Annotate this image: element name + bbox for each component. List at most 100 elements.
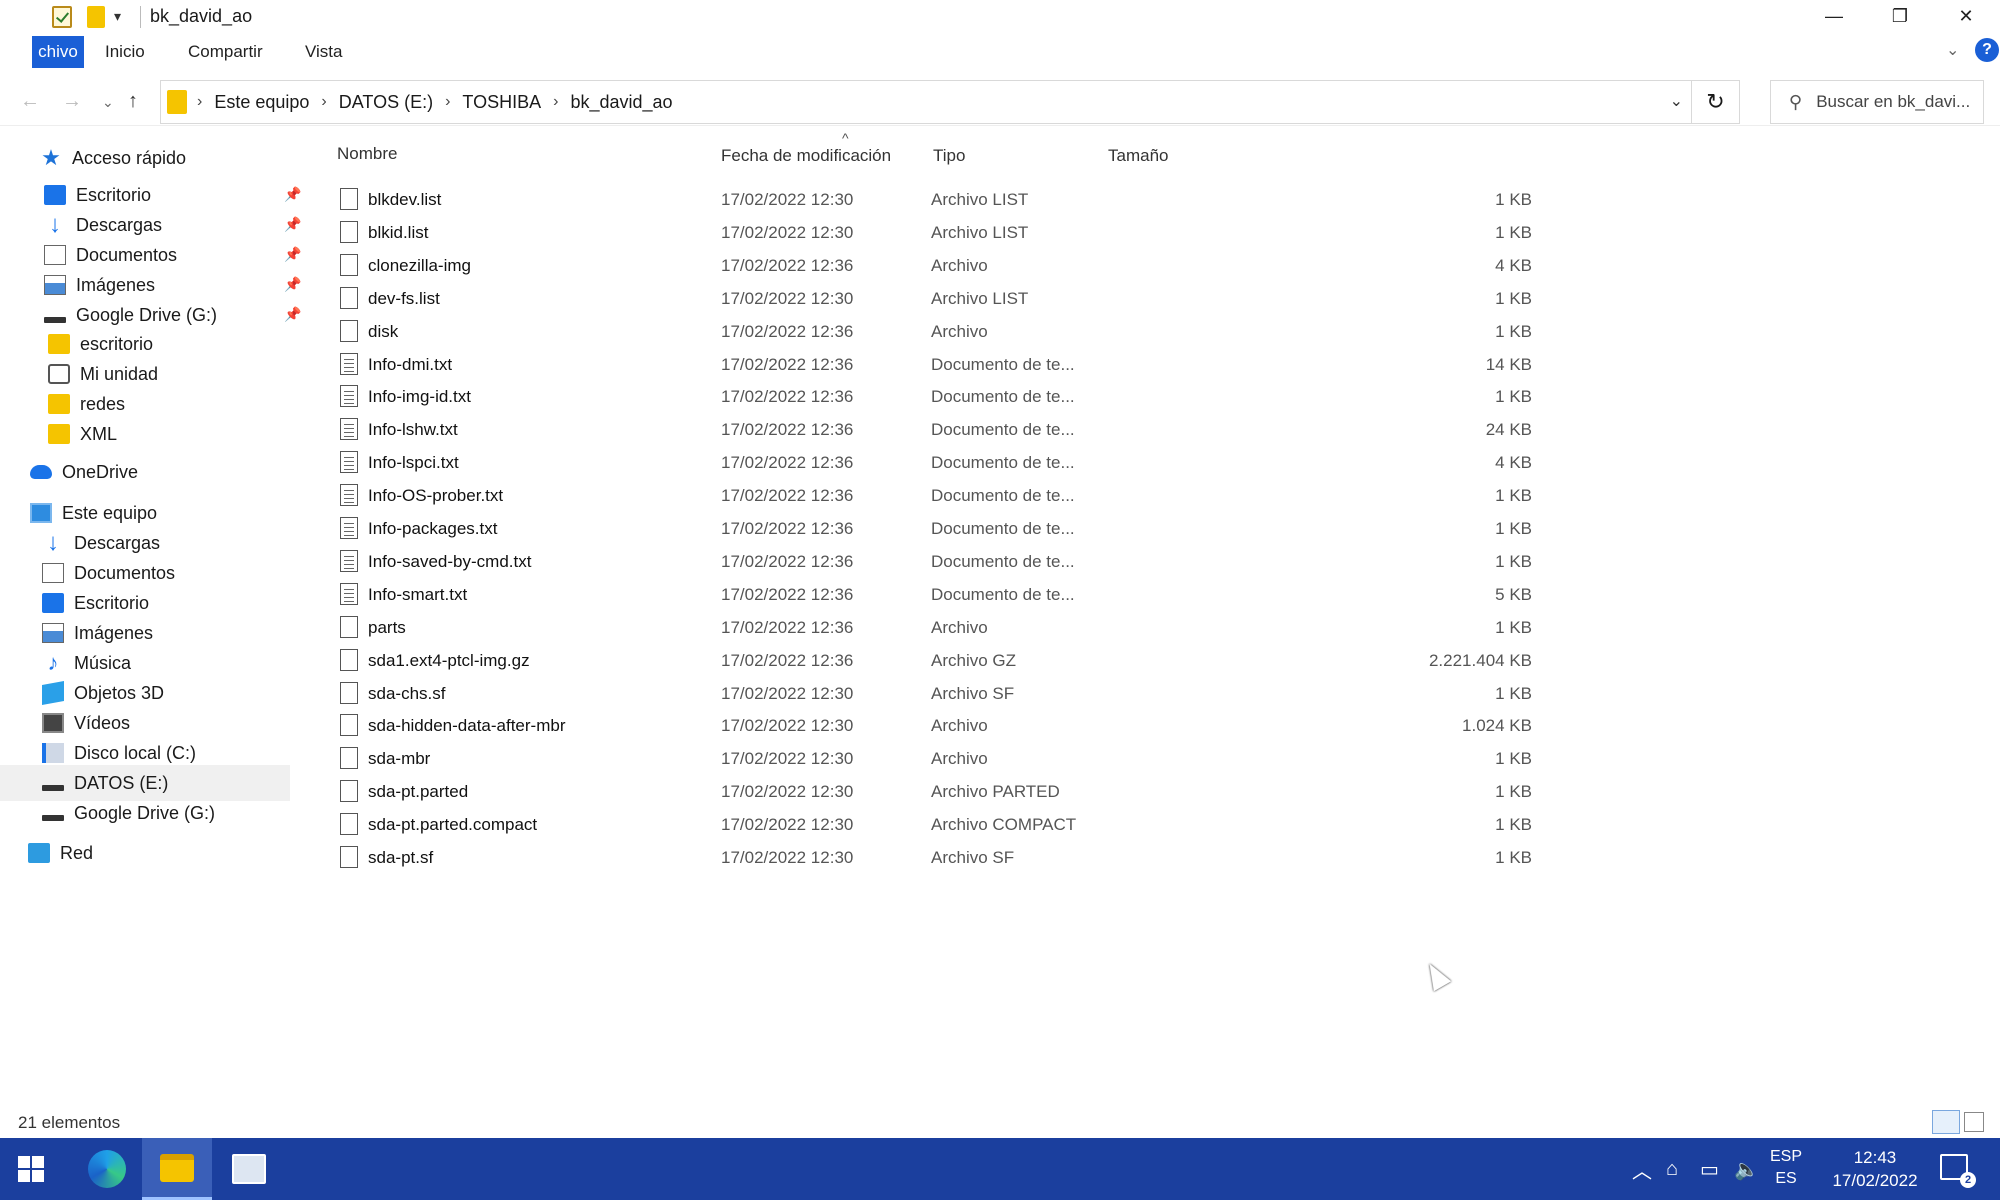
- sidebar-item[interactable]: XML: [48, 416, 338, 452]
- column-header-date[interactable]: Fecha de modificación: [721, 146, 891, 166]
- large-icons-view-icon[interactable]: [1964, 1112, 1984, 1132]
- meet-now-icon[interactable]: ⌂: [1666, 1138, 1678, 1200]
- file-name: sda-mbr: [368, 749, 431, 769]
- pin-icon[interactable]: 📌: [284, 186, 301, 203]
- refresh-icon[interactable]: ↻: [1691, 81, 1739, 123]
- column-header-name[interactable]: Nombre: [337, 144, 397, 164]
- table-row[interactable]: sda-hidden-data-after-mbr 17/02/2022 12:3…: [330, 709, 1532, 742]
- file-icon: [340, 615, 358, 638]
- table-row[interactable]: disk 17/02/2022 12:36 Archivo 1 KB: [330, 315, 1532, 348]
- address-bar[interactable]: › Este equipo › DATOS (E:) › TOSHIBA › b…: [160, 80, 1740, 124]
- file-date: 17/02/2022 12:36: [721, 519, 854, 538]
- network-icon[interactable]: ▭: [1700, 1138, 1719, 1200]
- app-taskbar-button[interactable]: [214, 1138, 284, 1200]
- table-row[interactable]: Info-saved-by-cmd.txt 17/02/2022 12:36 Doc…: [330, 545, 1532, 578]
- table-row[interactable]: blkdev.list 17/02/2022 12:30 Archivo LIST 1…: [330, 183, 1532, 216]
- text-file-icon: [340, 549, 358, 572]
- windows-start-icon[interactable]: [18, 1156, 44, 1182]
- table-row[interactable]: parts 17/02/2022 12:36 Archivo 1 KB: [330, 611, 1532, 644]
- address-dropdown-icon[interactable]: ⌄: [1670, 91, 1683, 111]
- minimize-button[interactable]: —: [1804, 0, 1864, 32]
- table-row[interactable]: sda1.ext4-ptcl-img.gz 17/02/2022 12:36 Arc…: [330, 644, 1532, 677]
- sidebar-item-label: Vídeos: [74, 712, 131, 733]
- sidebar-item[interactable]: ★ Acceso rápido: [40, 140, 330, 176]
- table-row[interactable]: dev-fs.list 17/02/2022 12:30 Archivo LIST 1…: [330, 282, 1532, 315]
- pin-icon[interactable]: 📌: [284, 276, 301, 293]
- file-date: 17/02/2022 12:30: [721, 190, 854, 209]
- table-row[interactable]: Info-OS-prober.txt 17/02/2022 12:36 Docume…: [330, 479, 1532, 512]
- file-size: 1 KB: [1495, 190, 1532, 209]
- tab-file[interactable]: chivo: [32, 36, 84, 68]
- table-row[interactable]: clonezilla-img 17/02/2022 12:36 Archivo 4 K…: [330, 249, 1532, 282]
- table-row[interactable]: Info-lspci.txt 17/02/2022 12:36 Documento …: [330, 446, 1532, 479]
- file-size: 1 KB: [1495, 749, 1532, 769]
- tab-view[interactable]: Vista: [305, 42, 343, 62]
- pin-icon[interactable]: 📌: [284, 306, 301, 323]
- help-icon[interactable]: ?: [1975, 38, 1999, 62]
- chevron-right-icon[interactable]: ›: [321, 93, 326, 111]
- chevron-right-icon[interactable]: ›: [553, 93, 558, 111]
- sidebar-item[interactable]: Red: [28, 835, 318, 871]
- sidebar-item-label: Acceso rápido: [72, 147, 187, 168]
- file-size: 1 KB: [1495, 288, 1532, 308]
- file-date: 17/02/2022 12:36: [721, 255, 854, 275]
- sidebar-item-label: Escritorio: [76, 184, 152, 205]
- sidebar-item[interactable]: OneDrive: [30, 454, 320, 490]
- details-view-icon[interactable]: [1932, 1110, 1960, 1134]
- table-row[interactable]: Info-lshw.txt 17/02/2022 12:36 Documento d…: [330, 413, 1532, 446]
- quick-access-dropdown-icon[interactable]: ▾: [114, 8, 121, 25]
- table-row[interactable]: sda-pt.parted.compact 17/02/2022 12:30 Arc…: [330, 808, 1532, 841]
- column-header-type[interactable]: Tipo: [933, 146, 965, 166]
- tab-share[interactable]: Compartir: [188, 42, 263, 62]
- search-placeholder: Buscar en bk_davi...: [1816, 92, 1971, 111]
- file-name: Info-saved-by-cmd.txt: [368, 551, 532, 571]
- breadcrumb-toshiba[interactable]: TOSHIBA: [462, 92, 541, 113]
- file-explorer-taskbar-button[interactable]: [142, 1138, 212, 1200]
- sidebar-item-label: Música: [74, 652, 132, 673]
- sidebar-item-label: Este equipo: [62, 502, 158, 523]
- mouse-cursor: [1420, 958, 1452, 992]
- file-name: blkdev.list: [368, 190, 442, 209]
- volume-muted-icon[interactable]: 🔈: [1734, 1138, 1759, 1200]
- file-date: 17/02/2022 12:30: [721, 222, 854, 242]
- new-folder-icon[interactable]: [87, 6, 105, 28]
- tab-home[interactable]: Inicio: [105, 42, 145, 62]
- back-icon[interactable]: ←: [20, 90, 40, 113]
- search-input[interactable]: ⚲ Buscar en bk_davi...: [1770, 80, 1984, 124]
- text-file-icon: [340, 418, 358, 441]
- restore-button[interactable]: ❐: [1870, 0, 1930, 32]
- sidebar-item[interactable]: Google Drive (G:): [42, 795, 332, 831]
- table-row[interactable]: blkid.list 17/02/2022 12:30 Archivo LIST 1 …: [330, 216, 1532, 249]
- up-icon[interactable]: ↑: [128, 90, 138, 113]
- table-row[interactable]: Info-packages.txt 17/02/2022 12:36 Documen…: [330, 512, 1532, 545]
- table-row[interactable]: Info-img-id.txt 17/02/2022 12:36 Documento…: [330, 380, 1532, 413]
- show-hidden-icons-icon[interactable]: ︿: [1632, 1138, 1652, 1200]
- expand-ribbon-icon[interactable]: ⌄: [1946, 40, 1959, 60]
- breadcrumb-datos[interactable]: DATOS (E:): [339, 92, 433, 113]
- breadcrumb-current[interactable]: bk_david_ao: [570, 92, 672, 113]
- recent-locations-icon[interactable]: ⌄: [102, 94, 114, 111]
- properties-icon[interactable]: [52, 6, 72, 28]
- clock-date: 17/02/2022: [1832, 1171, 1918, 1190]
- table-row[interactable]: sda-mbr 17/02/2022 12:30 Archivo 1 KB: [330, 742, 1532, 775]
- column-header-size[interactable]: Tamaño: [1108, 146, 1168, 166]
- breadcrumb-this-pc[interactable]: Este equipo: [214, 92, 309, 113]
- chevron-right-icon[interactable]: ›: [197, 93, 202, 111]
- chevron-right-icon[interactable]: ›: [445, 93, 450, 111]
- sidebar-item-label: OneDrive: [62, 461, 139, 482]
- network-icon: [28, 843, 50, 863]
- drive-icon: [42, 815, 64, 821]
- pin-icon[interactable]: 📌: [284, 216, 301, 233]
- table-row[interactable]: sda-pt.parted 17/02/2022 12:30 Archivo PAR…: [330, 775, 1532, 808]
- table-row[interactable]: Info-smart.txt 17/02/2022 12:36 Documento …: [330, 578, 1532, 611]
- table-row[interactable]: sda-chs.sf 17/02/2022 12:30 Archivo SF 1 KB: [330, 677, 1532, 710]
- table-row[interactable]: Info-dmi.txt 17/02/2022 12:36 Documento de…: [330, 348, 1532, 381]
- file-size: 14 KB: [1485, 354, 1532, 374]
- clock[interactable]: 12:43 17/02/2022: [1820, 1146, 1930, 1192]
- edge-taskbar-button[interactable]: [72, 1138, 142, 1200]
- language-indicator[interactable]: ESP ES: [1770, 1146, 1802, 1190]
- close-button[interactable]: ✕: [1936, 0, 1996, 32]
- forward-icon[interactable]: →: [62, 90, 82, 113]
- table-row[interactable]: sda-pt.sf 17/02/2022 12:30 Archivo SF 1 KB: [330, 841, 1532, 874]
- pin-icon[interactable]: 📌: [284, 246, 301, 263]
